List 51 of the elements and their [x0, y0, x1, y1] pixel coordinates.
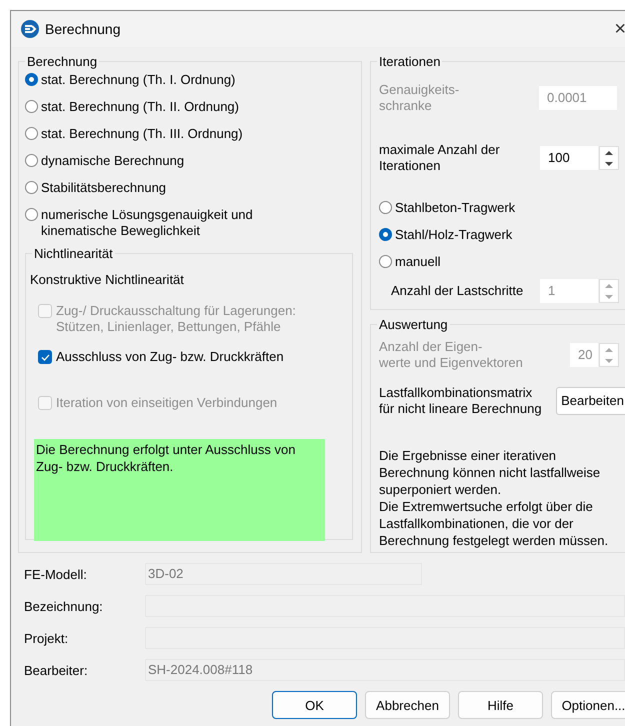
- radio-button[interactable]: [25, 127, 38, 140]
- field-label: Projekt:: [24, 630, 70, 646]
- checkbox[interactable]: [38, 350, 52, 364]
- radio-button[interactable]: [25, 181, 38, 194]
- dialog-button[interactable]: Optionen...: [551, 691, 625, 719]
- group-title: Nichtlinearität: [32, 246, 115, 261]
- field-label: Anzahl der Lastschritte: [391, 283, 524, 299]
- app-logo-icon: [21, 20, 39, 38]
- radio-button[interactable]: [25, 208, 38, 221]
- radio-label: Stahlbeton-Tragwerk: [395, 200, 516, 216]
- radio-label: stat. Berechnung (Th. II. Ordnung): [41, 99, 239, 115]
- dialog-button[interactable]: Hilfe: [458, 691, 543, 719]
- radio-label: Stahl/Holz-Tragwerk: [395, 227, 512, 243]
- group-title: Berechnung: [25, 54, 100, 69]
- close-button[interactable]: ×: [614, 17, 625, 41]
- checkbox-label: Iteration von einseitigen Verbindungen: [56, 395, 278, 411]
- dialog-button[interactable]: OK: [272, 691, 357, 719]
- radio-button[interactable]: [25, 100, 38, 113]
- window-title: Berechnung: [45, 21, 121, 37]
- edit-button[interactable]: Bearbeiten: [556, 387, 625, 415]
- field-label: FE-Modell:: [24, 566, 88, 582]
- input-field[interactable]: 3D-02: [145, 563, 422, 585]
- spin-arrows-icon[interactable]: [599, 146, 619, 170]
- info-note: Die Berechnung erfolgt unter Ausschluss von Zug- bzw. Druckkräften.: [34, 439, 325, 541]
- field-label: Lastfallkombinationsmatrix für nicht lineare Berechnung: [379, 385, 542, 417]
- field-label: Bezeichnung:: [24, 598, 104, 614]
- field-label: maximale Anzahl der Iterationen: [379, 142, 501, 174]
- radio-button[interactable]: [379, 228, 392, 241]
- input-field[interactable]: SH-2024.008#118: [145, 659, 625, 681]
- radio-button[interactable]: [25, 73, 38, 86]
- radio-label: stat. Berechnung (Th. III. Ordnung): [41, 126, 243, 142]
- group-title: Iterationen: [377, 54, 442, 69]
- group-title: Auswertung: [377, 317, 450, 332]
- radio-label: Stabilitätsberechnung: [41, 180, 166, 196]
- field-label: Bearbeiter:: [24, 662, 89, 678]
- check-icon: [40, 354, 50, 360]
- radio-button[interactable]: [379, 201, 392, 214]
- checkbox-label: Zug-/ Druckausschaltung für Lagerungen: Stützen, Linienlager, Bettungen, Pfähle: [56, 303, 297, 335]
- radio-button[interactable]: [379, 255, 392, 268]
- section-heading: Konstruktive Nichtlinearität: [30, 272, 185, 287]
- info-text: Die Ergebnisse einer iterativen Berechnung können nicht lastfallweise superponiert werden. Die Extremwertsuche erfolgt über die Lastfallkombinationen, die vor der Berechnung festgelegt werden müssen.: [379, 447, 610, 549]
- dialog-button[interactable]: Abbrechen: [365, 691, 450, 719]
- checkbox-label: Ausschluss von Zug- bzw. Druckkräften: [56, 349, 284, 365]
- field-label: Genauigkeits- schranke: [379, 82, 460, 114]
- radio-label: manuell: [395, 254, 441, 270]
- radio-button[interactable]: [25, 154, 38, 167]
- radio-label: stat. Berechnung (Th. I. Ordnung): [41, 72, 236, 88]
- radio-label: numerische Lösungsgenauigkeit und kinematische Beweglichkeit: [41, 207, 254, 239]
- field-label: Anzahl der Eigen- werte und Eigenvektoren: [379, 339, 523, 371]
- spin-field[interactable]: 100: [540, 146, 598, 170]
- radio-label: dynamische Berechnung: [41, 153, 184, 169]
